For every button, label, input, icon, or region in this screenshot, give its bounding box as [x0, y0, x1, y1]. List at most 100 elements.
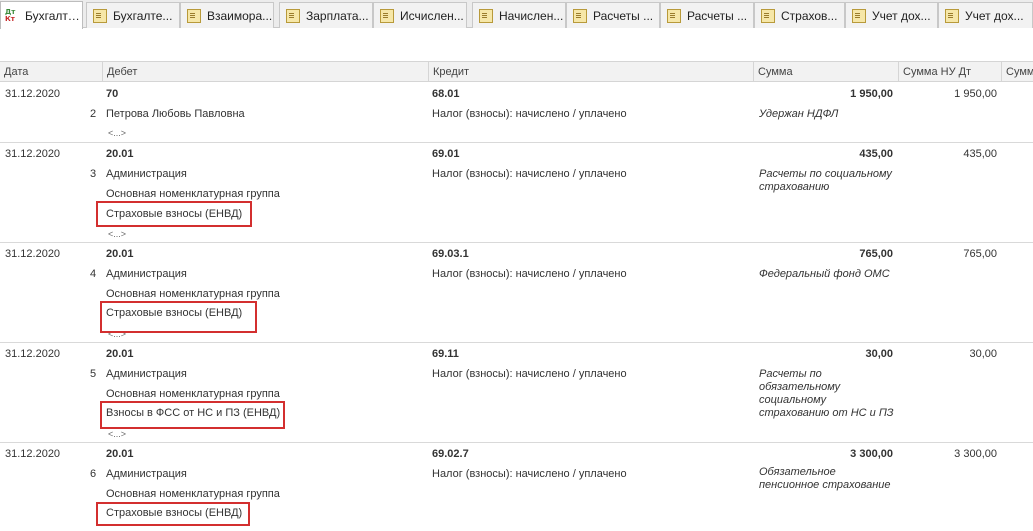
entry-description: Удержан НДФЛ	[759, 108, 839, 120]
tab-salary[interactable]: Зарплата...	[279, 2, 373, 28]
highlight-box	[100, 401, 285, 429]
debit-subconto-2: Основная номенклатурная группа	[106, 188, 280, 200]
tab-insurance[interactable]: Страхов...	[754, 2, 845, 28]
row-number: 6	[90, 468, 97, 480]
debit-subconto-1: Администрация	[106, 268, 187, 280]
credit-subconto-1: Налог (взносы): начислено / уплачено	[432, 168, 627, 180]
tab-label: Расчеты ...	[687, 8, 748, 23]
dt-kt-icon: Дт Кт	[5, 7, 16, 23]
column-amount[interactable]: Сумма	[753, 62, 898, 82]
tab-accounting-info[interactable]: Бухгалте...	[86, 2, 180, 28]
table-header: Дата Дебет Кредит Сумма Сумма НУ Дт Сумм	[0, 61, 1033, 82]
document-icon	[187, 8, 201, 23]
entry-description: Расчеты по социальному страхованию	[759, 168, 892, 193]
tab-income-2[interactable]: Учет дох...	[938, 2, 1033, 28]
tab-label: Начислен...	[499, 8, 564, 23]
debit-subconto-2: Основная номенклатурная группа	[106, 388, 280, 400]
tab-accruals[interactable]: Начислен...	[472, 2, 566, 28]
column-date[interactable]: Дата	[0, 62, 102, 82]
debit-account: 20.01	[106, 248, 134, 260]
row-date: 31.12.2020	[5, 448, 61, 460]
row-number: 2	[90, 108, 97, 120]
credit-subconto-1: Налог (взносы): начислено / уплачено	[432, 108, 627, 120]
document-icon	[667, 8, 681, 23]
row-date: 31.12.2020	[5, 248, 61, 260]
document-icon	[93, 8, 107, 23]
row-number: 5	[90, 368, 97, 380]
entry-description: Расчеты по обязательному социальному стр…	[759, 368, 894, 419]
tab-label: Учет дох...	[872, 8, 931, 23]
amount: 3 300,00	[850, 448, 893, 460]
tab-label: Взаимора...	[207, 8, 273, 23]
credit-account: 69.03.1	[432, 248, 469, 260]
amount-nu: 3 300,00	[954, 448, 997, 460]
row-number: 4	[90, 268, 97, 280]
tab-settlements[interactable]: Взаимора...	[180, 2, 274, 28]
column-amount-more[interactable]: Сумм	[1001, 62, 1033, 82]
debit-account: 20.01	[106, 448, 134, 460]
tab-label: Исчислен...	[400, 8, 464, 23]
document-icon	[479, 8, 493, 23]
more-marker[interactable]: <...>	[108, 128, 126, 138]
tab-income-1[interactable]: Учет дох...	[845, 2, 938, 28]
tab-label: Бухгалте...	[113, 8, 173, 23]
debit-account: 20.01	[106, 348, 134, 360]
entry-description: Федеральный фонд ОМС	[759, 268, 890, 280]
debit-subconto-2: Основная номенклатурная группа	[106, 288, 280, 300]
credit-subconto-1: Налог (взносы): начислено / уплачено	[432, 268, 627, 280]
document-icon	[852, 8, 866, 23]
credit-subconto-1: Налог (взносы): начислено / уплачено	[432, 468, 627, 480]
debit-account: 70	[106, 88, 119, 100]
tab-label: Бухгалте...	[25, 8, 82, 23]
amount-nu: 30,00	[969, 348, 997, 360]
amount-nu: 1 950,00	[954, 88, 997, 100]
column-credit[interactable]: Кредит	[428, 62, 753, 82]
tab-label: Учет дох...	[965, 8, 1024, 23]
amount: 765,00	[859, 248, 893, 260]
amount: 435,00	[859, 148, 893, 160]
amount: 30,00	[865, 348, 893, 360]
tab-payments-1[interactable]: Расчеты ...	[566, 2, 660, 28]
debit-subconto-1: Администрация	[106, 368, 187, 380]
document-icon	[761, 8, 775, 23]
column-debit[interactable]: Дебет	[102, 62, 428, 82]
toolbar-area	[0, 29, 1033, 61]
debit-subconto-1: Администрация	[106, 468, 187, 480]
table-row[interactable]: 31.12.2020 70 2 Петрова Любовь Павловна …	[0, 82, 1033, 143]
amount: 1 950,00	[850, 88, 893, 100]
tab-payments-2[interactable]: Расчеты ...	[660, 2, 754, 28]
debit-account: 20.01	[106, 148, 134, 160]
document-icon	[573, 8, 587, 23]
credit-account: 69.01	[432, 148, 460, 160]
debit-subconto-2: Основная номенклатурная группа	[106, 488, 280, 500]
table-row[interactable]: 31.12.2020 20.01 3 Администрация Основна…	[0, 143, 1033, 243]
credit-account: 69.11	[432, 348, 459, 360]
debit-subconto-1: Администрация	[106, 168, 187, 180]
highlight-box	[96, 502, 250, 526]
amount-nu: 765,00	[963, 248, 997, 260]
highlight-box	[100, 301, 257, 333]
column-amount-nu-dt[interactable]: Сумма НУ Дт	[898, 62, 1001, 82]
tab-calculation[interactable]: Исчислен...	[373, 2, 467, 28]
row-date: 31.12.2020	[5, 348, 61, 360]
entry-description: Обязательное пенсионное страхование	[759, 466, 891, 491]
credit-account: 69.02.7	[432, 448, 469, 460]
credit-subconto-1: Налог (взносы): начислено / уплачено	[432, 368, 627, 380]
amount-nu: 435,00	[963, 148, 997, 160]
row-date: 31.12.2020	[5, 88, 61, 100]
document-icon	[286, 8, 300, 23]
more-marker[interactable]: <...>	[108, 229, 126, 239]
tab-label: Страхов...	[781, 8, 838, 23]
tab-accounting-entries[interactable]: Дт Кт Бухгалте...	[0, 1, 83, 29]
more-marker[interactable]: <...>	[108, 429, 126, 439]
row-date: 31.12.2020	[5, 148, 61, 160]
tab-label: Расчеты ...	[593, 8, 654, 23]
highlight-box	[96, 201, 252, 227]
tab-label: Зарплата...	[306, 8, 369, 23]
debit-subconto-1: Петрова Любовь Павловна	[106, 108, 245, 120]
document-icon	[380, 8, 394, 23]
row-number: 3	[90, 168, 97, 180]
credit-account: 68.01	[432, 88, 460, 100]
document-icon	[945, 8, 959, 23]
tab-strip: Дт Кт Бухгалте... Бухгалте... Взаимора...…	[0, 0, 1033, 29]
